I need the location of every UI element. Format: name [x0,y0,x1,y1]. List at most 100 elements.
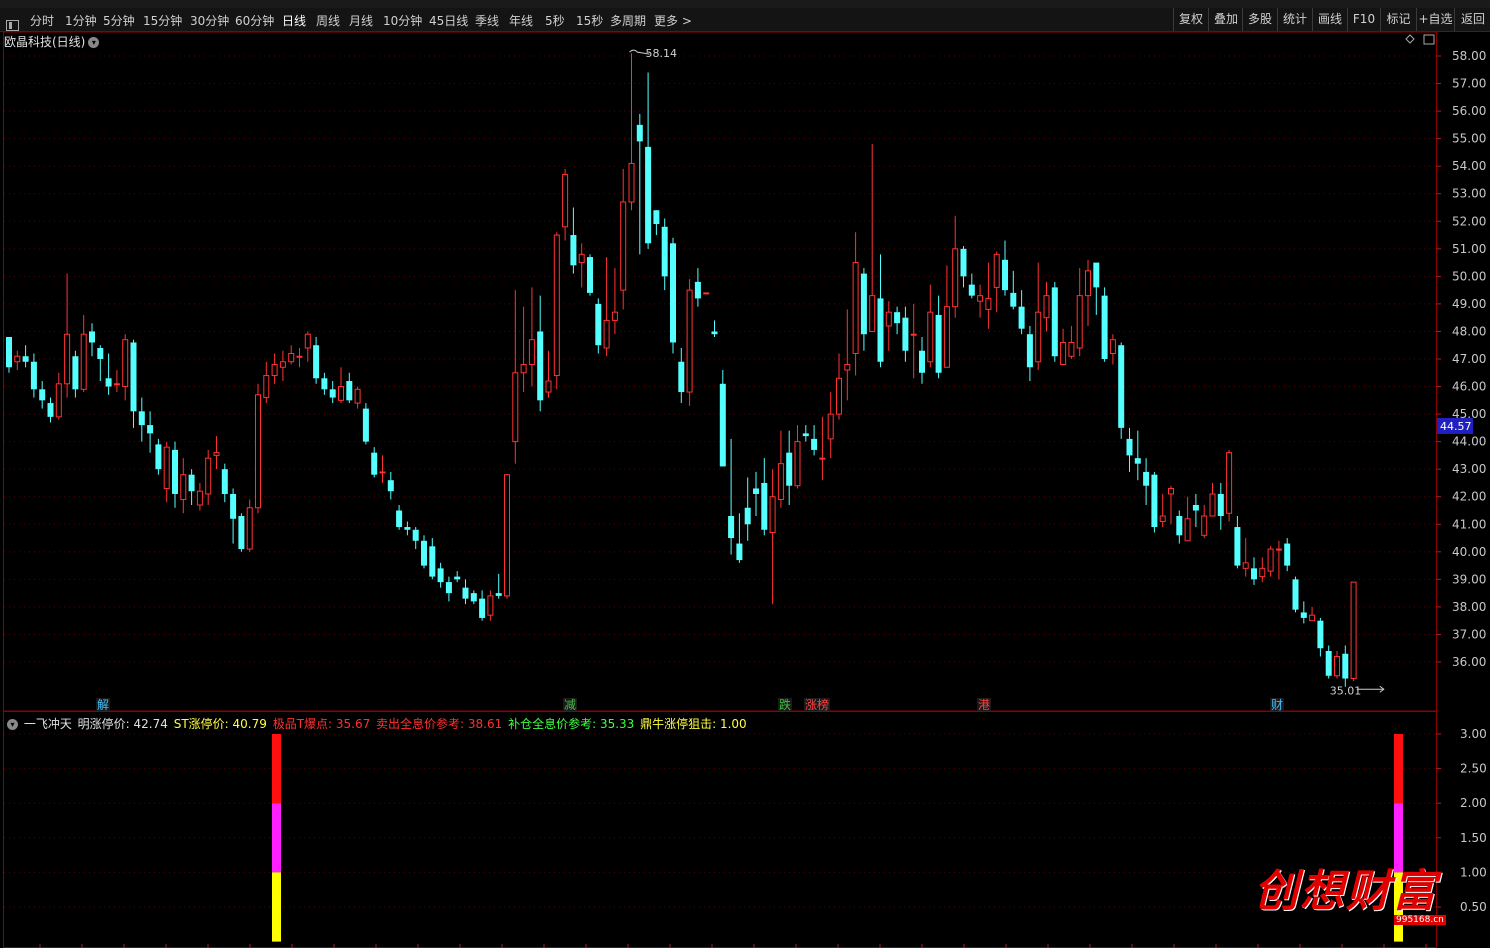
y-label: 40.00 [1452,545,1486,559]
candle-body [1068,341,1075,357]
candle [661,218,668,291]
candle-body [1143,471,1150,486]
candle-body [512,372,519,443]
period-tab-3[interactable]: 15分钟 [143,12,182,29]
toolbar-btn-5[interactable]: F10 [1347,8,1380,31]
candle-body [213,452,220,456]
toolbar-btn-1[interactable]: 叠加 [1208,8,1243,31]
candle-body [329,389,336,398]
period-tab-0[interactable]: 分时 [30,12,54,29]
toolbar-btn-6[interactable]: 标记 [1380,8,1416,31]
candle-body [977,295,984,302]
toolbar-btn-2[interactable]: 多股 [1242,8,1277,31]
candle [213,436,220,470]
toolbar-btn-4[interactable]: 画线 [1312,8,1347,31]
candle [1334,650,1340,679]
toolbar-btn-3[interactable]: 统计 [1277,8,1312,31]
candle [1275,540,1282,580]
candle [910,303,917,379]
candle-body [1334,655,1340,677]
candle-body [836,377,842,415]
period-tab-12[interactable]: 年线 [509,12,533,29]
period-tab-8[interactable]: 月线 [349,12,373,29]
period-tab-2[interactable]: 5分钟 [103,12,135,29]
candle [1101,287,1108,362]
candle [105,353,112,395]
y-label: 50.00 [1452,269,1486,283]
candle-body [437,568,444,583]
toolbar-btn-8[interactable]: 返回 [1454,8,1490,31]
candle [919,336,925,384]
indicator-title: ▾ 一飞冲天 明涨停价: 42.74 ST涨停价: 40.79 极品T爆点: 3… [4,715,749,732]
candle [396,504,403,530]
period-tab-15[interactable]: 多周期 [610,12,646,29]
candle [578,243,585,288]
toolbar-btn-7[interactable]: +自选 [1416,8,1454,31]
watermark-url: 995168.cn [1394,915,1446,925]
candle [595,298,602,354]
candle [504,474,510,599]
candle-body [1300,612,1307,618]
candle-body [645,146,652,244]
candle-body [885,311,892,327]
candle-body [147,425,154,434]
period-tab-1[interactable]: 1分钟 [65,12,97,29]
candle-body [1350,581,1357,680]
candle-body [1275,548,1282,551]
candle-body [636,124,643,142]
candle [1051,281,1058,362]
period-tab-11[interactable]: 季线 [475,12,499,29]
candle [553,232,560,390]
candle-body [445,582,452,594]
candle [89,323,95,357]
candle [288,345,295,365]
period-tab-6[interactable]: 日线 [282,12,306,29]
y-label: 38.00 [1452,600,1486,614]
y-label: 41.00 [1452,517,1486,531]
candle [255,383,261,514]
candle [1217,482,1224,530]
candle-body [138,411,145,426]
candle-body [952,248,959,308]
period-tab-13[interactable]: 5秒 [545,12,565,29]
candle [512,290,519,464]
candle-body [919,350,925,373]
period-tab-4[interactable]: 30分钟 [190,12,229,29]
candle [404,521,411,536]
sidebar-toggle-icon[interactable] [6,20,19,31]
y-label: 0.50 [1460,900,1487,914]
candle-body [719,383,726,467]
candle [1060,328,1067,366]
candle [587,254,593,296]
candle-body [902,317,909,351]
candle-body [578,253,585,264]
candle [711,320,718,337]
period-tab-14[interactable]: 15秒 [576,12,603,29]
candle-body [694,281,701,299]
toolbar-btn-0[interactable]: 复权 [1173,8,1208,31]
period-tab-16[interactable]: 更多 > [654,12,692,29]
collapse-icon[interactable]: ▾ [7,719,18,730]
candle-body [545,380,552,393]
y-label: 36.00 [1452,655,1486,669]
period-tab-9[interactable]: 10分钟 [383,12,422,29]
candle [943,265,950,368]
y-label: 55.00 [1452,132,1486,146]
indicator-field-1: ST涨停价: 40.79 [169,717,267,731]
candle [1350,581,1357,682]
period-tab-5[interactable]: 60分钟 [235,12,274,29]
candlestick-chart[interactable]: 58.00 57.00 56.00 55.00 54.00 53.00 52.00 51.00… [0,31,1490,711]
candle-body [371,452,378,475]
candle [620,168,627,310]
candle [313,336,320,384]
candle [545,350,552,398]
candle-body [97,347,104,359]
candle [1251,557,1257,585]
candle [902,306,909,362]
candle [877,254,884,368]
candle [130,339,137,428]
period-tab-10[interactable]: 45日线 [429,12,468,29]
candle-body [205,457,212,495]
period-tab-7[interactable]: 周线 [316,12,340,29]
candle-body [827,413,834,440]
